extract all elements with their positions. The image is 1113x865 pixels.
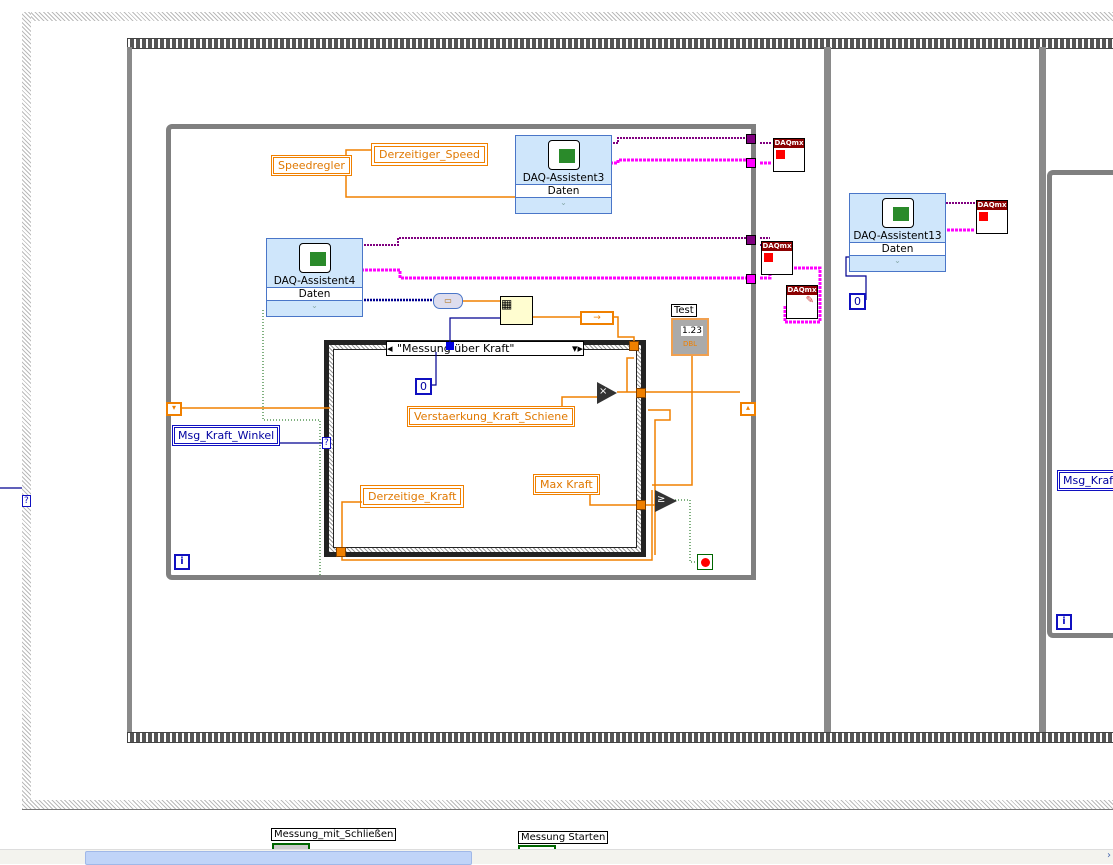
stop-icon (700, 557, 710, 567)
unknown-terminal: ? (22, 495, 31, 507)
unknown-terminal: ? (322, 437, 331, 449)
tunnel (746, 235, 756, 245)
wire (556, 357, 740, 416)
daq-card-icon (298, 243, 331, 273)
multiply-symbol: × (599, 386, 608, 397)
iteration-terminal: i (174, 554, 190, 570)
messung-starten-label: Messung Starten (518, 831, 609, 844)
iteration-terminal: i (1056, 614, 1072, 630)
daq-card-icon (547, 140, 580, 170)
to-double-node[interactable]: → (580, 311, 614, 325)
case-selector-terminal (446, 342, 454, 350)
index-array-node[interactable]: ▦ (500, 296, 533, 325)
stop-condition-terminal[interactable] (697, 554, 713, 570)
tunnel (746, 274, 756, 284)
daq-output-daten: Daten (850, 242, 945, 256)
tunnel (336, 547, 346, 557)
daq-output-daten: Daten (516, 184, 611, 198)
speedregler-control[interactable]: Speedregler (271, 155, 352, 176)
stop-icon (979, 212, 988, 221)
shift-register-left: ▾ (166, 402, 182, 416)
daq-card-icon (881, 198, 914, 228)
test-label: Test (671, 304, 697, 317)
tunnel (636, 388, 646, 398)
daq-name: DAQ-Assistent13 (853, 230, 942, 242)
derzeitige-kraft-indicator: Derzeitige_Kraft (359, 485, 465, 508)
daq-assistant-13[interactable]: DAQ-Assistent13 Daten ⌄ (849, 193, 946, 272)
daqmx-label: DAQmx (787, 286, 817, 295)
numeric-constant[interactable]: 0 (849, 293, 866, 310)
daqmx-stop-task[interactable]: DAQmx (976, 200, 1008, 234)
horizontal-scrollbar[interactable]: › (0, 849, 1113, 865)
tunnel (629, 341, 639, 351)
test-type: DBL (682, 340, 698, 348)
messung-mit-schliessen-label: Messung_mit_Schließen (271, 828, 397, 841)
max-kraft-control[interactable]: Max Kraft (533, 474, 600, 495)
stop-icon (764, 253, 773, 262)
greater-equal-symbol: ≥ (657, 494, 666, 505)
tunnel (636, 500, 646, 510)
msg-kraft-winkel-control[interactable]: Msg_Kraft_Winkel (172, 425, 281, 446)
daqmx-clear-task[interactable]: DAQmx ✎ (786, 285, 818, 319)
daq-name: DAQ-Assistent3 (522, 172, 605, 184)
tunnel (746, 158, 756, 168)
daqmx-label: DAQmx (774, 139, 804, 148)
daqmx-stop-task[interactable]: DAQmx (761, 241, 793, 275)
wire (0, 256, 867, 489)
wire (341, 330, 693, 561)
daq-assistant-3[interactable]: DAQ-Assistent3 Daten ⌄ (515, 135, 612, 214)
verstaerkung-kraft-schiene-control[interactable]: Verstaerkung_Kraft_Schiene (407, 406, 576, 427)
test-indicator: 1.23 DBL (671, 318, 709, 356)
daqmx-label: DAQmx (762, 242, 792, 251)
chevron-down-icon[interactable]: ⌄ (516, 198, 611, 207)
scroll-right-arrow-icon[interactable]: › (1107, 850, 1111, 861)
daq-name: DAQ-Assistent4 (273, 275, 356, 287)
shift-register-right: ▴ (740, 402, 756, 416)
stop-icon (776, 150, 785, 159)
chevron-down-icon[interactable]: ⌄ (267, 301, 362, 310)
derzeitiger-speed-indicator: Derzeitiger_Speed (371, 143, 488, 166)
wires (0, 137, 975, 575)
daq-output-daten: Daten (267, 287, 362, 301)
daqmx-stop-task[interactable]: DAQmx (773, 138, 805, 172)
numeric-constant[interactable]: 0 (415, 378, 432, 395)
convert-dynamic-data-node[interactable]: ▭ (433, 293, 463, 309)
daqmx-label: DAQmx (977, 201, 1007, 210)
daq-assistant-4[interactable]: DAQ-Assistent4 Daten ⌄ (266, 238, 363, 317)
test-value: 1.23 (681, 326, 703, 336)
tunnel (746, 134, 756, 144)
msg-kraft-control[interactable]: Msg_Kraft (1057, 470, 1113, 491)
eraser-icon: ✎ (805, 295, 814, 306)
chevron-down-icon[interactable]: ⌄ (850, 256, 945, 265)
